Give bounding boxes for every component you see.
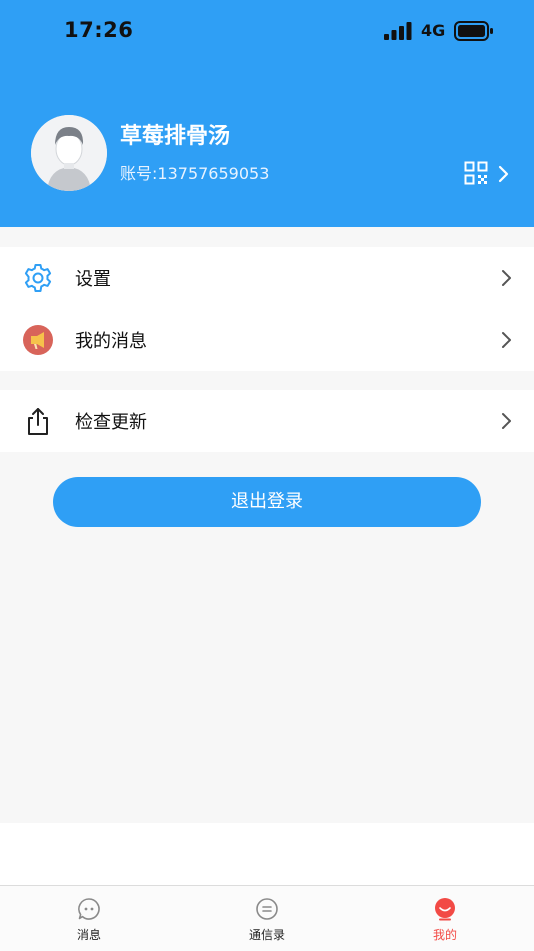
chevron-right-icon xyxy=(502,332,511,348)
chevron-right-icon xyxy=(502,413,511,429)
menu-group-update: 检查更新 xyxy=(0,390,534,452)
share-upload-icon xyxy=(28,408,48,435)
chat-bubble-icon xyxy=(78,898,100,920)
default-avatar-icon xyxy=(31,115,107,191)
menu-item-settings[interactable]: 设置 xyxy=(0,247,534,309)
tab-bar: 消息 通信录 我的 xyxy=(0,885,534,951)
profile-header: 17:26 4G 草莓排骨汤 账号:13757659053 xyxy=(0,0,534,227)
signal-icon xyxy=(384,22,412,40)
battery-icon xyxy=(454,21,493,41)
contacts-icon xyxy=(256,898,278,920)
tab-mine-label: 我的 xyxy=(432,928,457,942)
account-label: 账号: xyxy=(120,164,158,183)
tab-messages-label: 消息 xyxy=(76,928,101,942)
tab-mine[interactable]: 我的 xyxy=(390,886,500,951)
logout-button[interactable]: 退出登录 xyxy=(53,477,481,527)
chevron-right-icon xyxy=(502,270,511,286)
network-type: 4G xyxy=(421,21,446,40)
megaphone-icon xyxy=(23,325,53,355)
tab-messages[interactable]: 消息 xyxy=(34,886,144,951)
status-time: 17:26 xyxy=(64,18,134,42)
account-number: 账号:13757659053 xyxy=(120,160,269,184)
gear-icon xyxy=(24,264,52,292)
menu-item-settings-label: 设置 xyxy=(75,269,111,290)
tab-contacts-label: 通信录 xyxy=(248,928,285,942)
qr-code-icon[interactable] xyxy=(464,161,488,185)
menu-item-check-update[interactable]: 检查更新 xyxy=(0,390,534,452)
status-bar: 17:26 4G xyxy=(0,0,534,62)
user-face-icon xyxy=(435,898,455,921)
account-value: 13757659053 xyxy=(157,164,270,183)
tab-contacts[interactable]: 通信录 xyxy=(212,886,322,951)
chevron-right-icon[interactable] xyxy=(497,164,511,184)
menu-content: 设置 我的消息 检查更新 退出登录 xyxy=(0,227,534,823)
menu-item-my-messages[interactable]: 我的消息 xyxy=(0,309,534,371)
menu-item-check-update-label: 检查更新 xyxy=(75,412,147,433)
username: 草莓排骨汤 xyxy=(120,124,231,149)
menu-group-main: 设置 我的消息 xyxy=(0,247,534,371)
avatar[interactable] xyxy=(31,115,107,191)
menu-item-my-messages-label: 我的消息 xyxy=(75,331,147,352)
